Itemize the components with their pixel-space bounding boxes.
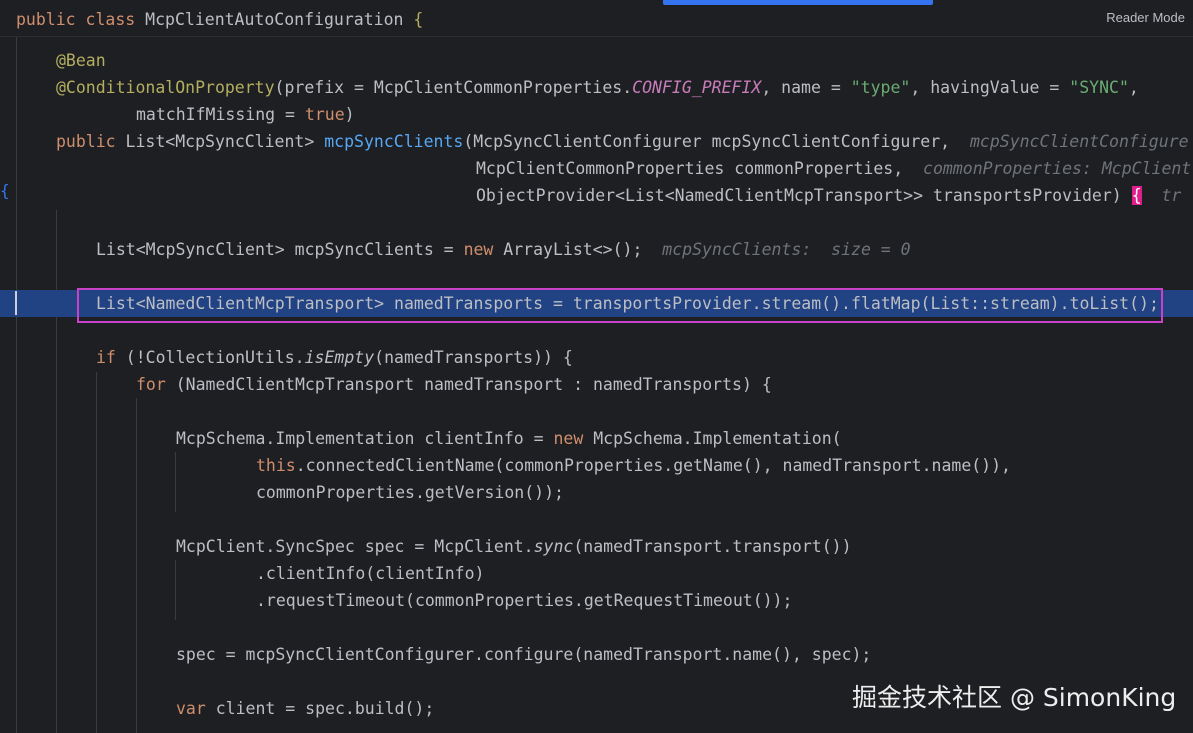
code-editor[interactable]: Reader Mode public class McpClientAutoCo… bbox=[0, 0, 1193, 733]
code-line[interactable]: commonProperties.getVersion()); bbox=[0, 479, 1193, 506]
code-text: ArrayList<>(); bbox=[493, 240, 643, 259]
code-text: ) bbox=[344, 105, 355, 124]
code-line[interactable]: .clientInfo(clientInfo) bbox=[0, 560, 1193, 587]
code-text: matchIfMissing = bbox=[136, 105, 305, 124]
keyword: if bbox=[96, 348, 116, 367]
code-text: McpSchema.Implementation( bbox=[583, 429, 842, 448]
code-text: McpClientCommonProperties commonProperti… bbox=[476, 159, 904, 178]
code-line[interactable]: .requestTimeout(commonProperties.getRequ… bbox=[0, 587, 1193, 614]
code-text: (prefix = McpClientCommonProperties. bbox=[274, 78, 633, 97]
code-text: (!CollectionUtils. bbox=[115, 348, 305, 367]
code-line[interactable]: McpSchema.Implementation clientInfo = ne… bbox=[0, 425, 1193, 452]
code-text: client = spec.build(); bbox=[205, 699, 435, 718]
keyword: class bbox=[85, 10, 136, 29]
code-line[interactable]: ObjectProvider<List<NamedClientMcpTransp… bbox=[0, 182, 1193, 209]
code-text: , havingValue = bbox=[910, 78, 1070, 97]
string-literal: "SYNC" bbox=[1069, 78, 1129, 97]
code-text: McpSchema.Implementation clientInfo = bbox=[176, 429, 554, 448]
watermark: 掘金技术社区 @ SimonKing bbox=[852, 683, 1177, 712]
code-line[interactable]: public List<McpSyncClient> mcpSyncClient… bbox=[0, 128, 1193, 155]
code-text: (NamedClientMcpTransport namedTransport … bbox=[165, 375, 772, 394]
string-literal: "type" bbox=[850, 78, 911, 97]
code-text: , name = bbox=[761, 78, 851, 97]
code-line[interactable]: spec = mcpSyncClientConfigurer.configure… bbox=[0, 641, 1193, 668]
keyword: public bbox=[56, 132, 116, 151]
code-text: .clientInfo(clientInfo) bbox=[256, 564, 485, 583]
code-line[interactable]: for (NamedClientMcpTransport namedTransp… bbox=[0, 371, 1193, 398]
keyword: for bbox=[136, 375, 166, 394]
keyword: public bbox=[16, 10, 76, 29]
code-text: , bbox=[1128, 78, 1139, 97]
horizontal-scroll-thumb[interactable] bbox=[663, 0, 933, 5]
class-brace: { bbox=[413, 10, 424, 29]
inline-debug-hint: tr bbox=[1161, 186, 1182, 205]
highlight-annotation-box bbox=[77, 288, 1163, 323]
code-text: ObjectProvider<List<NamedClientMcpTransp… bbox=[476, 186, 1132, 205]
inline-debug-hint: mcpSyncClientConfigure bbox=[969, 132, 1189, 151]
code-text: List<McpSyncClient> mcpSyncClients = bbox=[96, 240, 464, 259]
code-text: (McpSyncClientConfigurer mcpSyncClientCo… bbox=[463, 132, 951, 151]
code-text: spec = mcpSyncClientConfigurer.configure… bbox=[176, 645, 872, 664]
code-line[interactable]: McpClient.SyncSpec spec = McpClient.sync… bbox=[0, 533, 1193, 560]
code-line[interactable]: @ConditionalOnProperty(prefix = McpClien… bbox=[0, 74, 1193, 101]
code-text: List<McpSyncClient> bbox=[115, 132, 325, 151]
code-text: (namedTransport.transport()) bbox=[573, 537, 852, 556]
static-method: sync bbox=[533, 537, 574, 556]
code-text: McpClient.SyncSpec spec = McpClient. bbox=[176, 537, 534, 556]
keyword: new bbox=[463, 240, 494, 259]
code-text: .requestTimeout(commonProperties.getRequ… bbox=[256, 591, 793, 610]
reader-mode-button[interactable]: Reader Mode bbox=[1106, 10, 1185, 25]
keyword: var bbox=[176, 699, 206, 718]
keyword: new bbox=[553, 429, 584, 448]
code-line[interactable]: if (!CollectionUtils.isEmpty(namedTransp… bbox=[0, 344, 1193, 371]
code-text: (namedTransports)) { bbox=[374, 348, 573, 367]
annotation: @Bean bbox=[56, 51, 106, 70]
code-line[interactable]: McpClientCommonProperties commonProperti… bbox=[0, 155, 1193, 182]
method-name: mcpSyncClients bbox=[324, 132, 464, 151]
code-text: .connectedClientName(commonProperties.ge… bbox=[295, 456, 1011, 475]
sticky-class-header[interactable]: public class McpClientAutoConfiguration … bbox=[0, 0, 1193, 37]
text-caret bbox=[15, 291, 17, 315]
code-line[interactable]: matchIfMissing = true) bbox=[0, 101, 1193, 128]
constant: CONFIG_PREFIX bbox=[632, 78, 762, 97]
annotation: @ConditionalOnProperty bbox=[56, 78, 275, 97]
keyword: this bbox=[256, 456, 296, 475]
code-line[interactable]: this.connectedClientName(commonPropertie… bbox=[0, 452, 1193, 479]
code-text: commonProperties.getVersion()); bbox=[256, 483, 564, 502]
class-name: McpClientAutoConfiguration bbox=[145, 10, 404, 29]
code-line[interactable]: @Bean bbox=[0, 47, 1193, 74]
code-line[interactable]: List<McpSyncClient> mcpSyncClients = new… bbox=[0, 236, 1193, 263]
keyword: true bbox=[304, 105, 345, 124]
matched-brace: { bbox=[1131, 186, 1142, 205]
static-method: isEmpty bbox=[304, 348, 375, 367]
inline-debug-hint: mcpSyncClients: size = 0 bbox=[662, 240, 911, 259]
inline-debug-hint: commonProperties: McpClient bbox=[923, 159, 1192, 178]
